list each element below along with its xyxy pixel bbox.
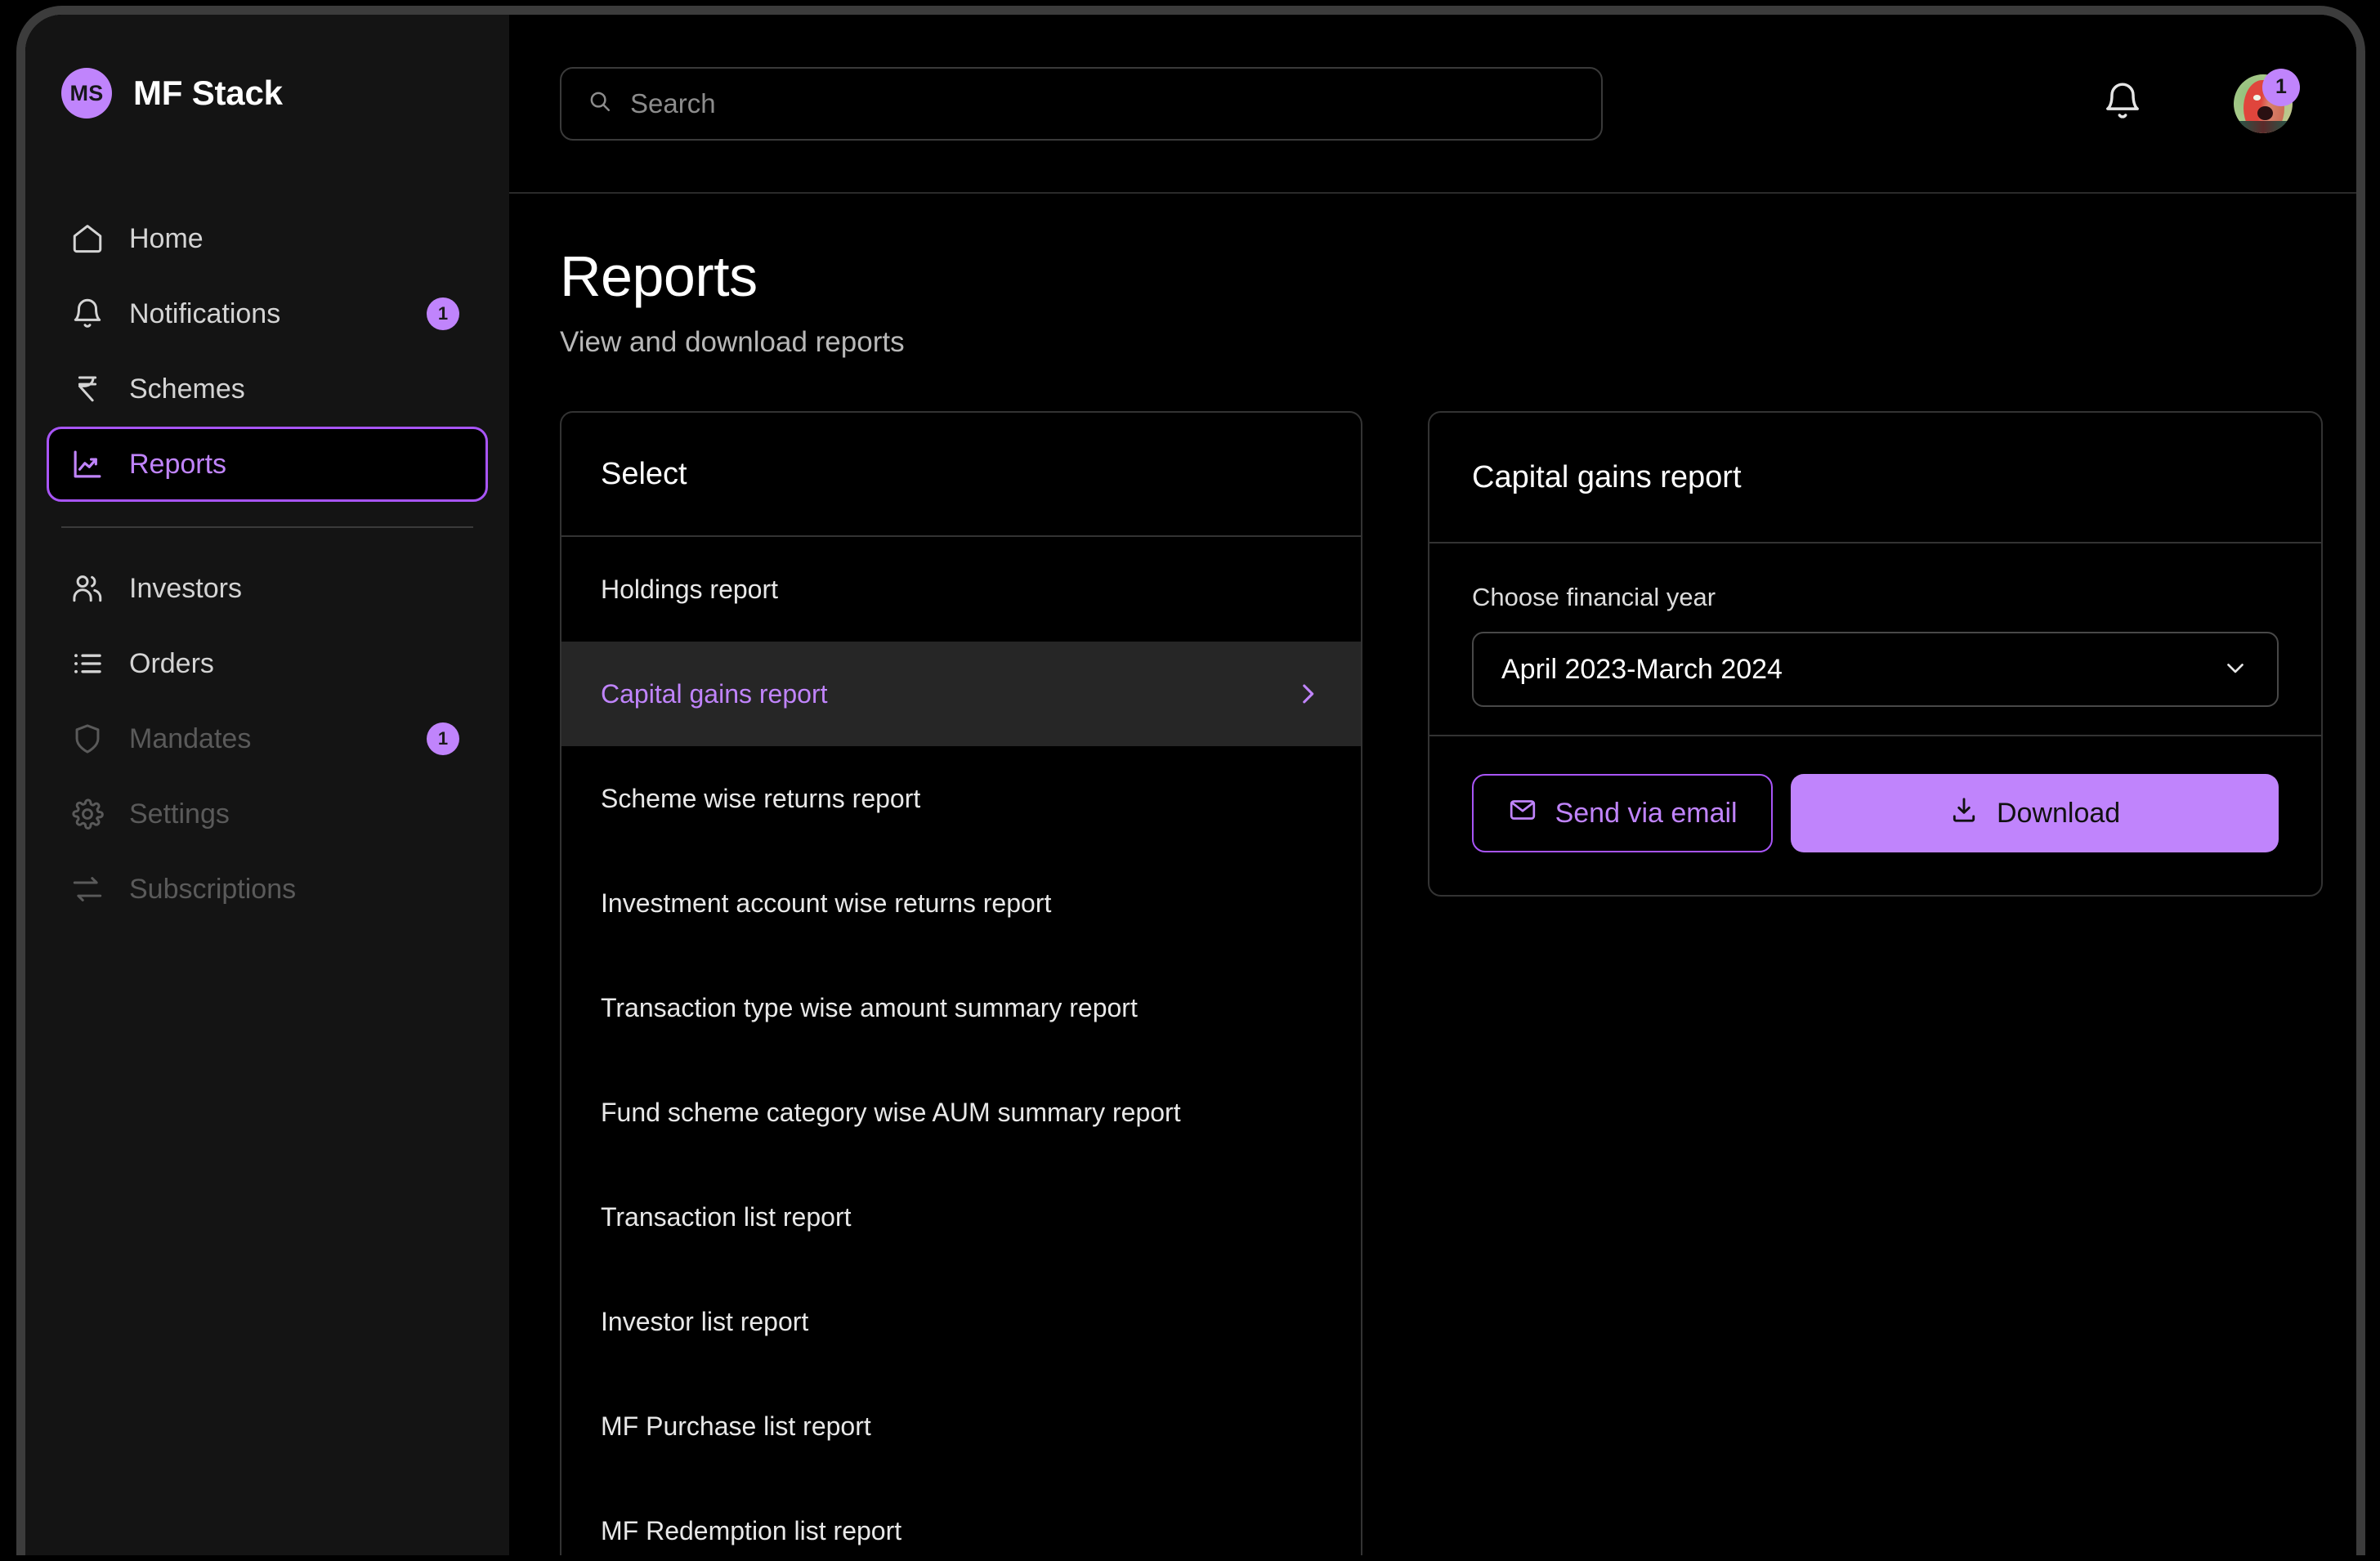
list-item[interactable]: MF Purchase list report: [561, 1374, 1361, 1478]
status-badge: 1: [427, 722, 459, 755]
sidebar-item-label: Investors: [129, 572, 242, 604]
shield-icon: [70, 722, 105, 756]
send-via-email-label: Send via email: [1555, 797, 1738, 829]
exchange-icon: [70, 872, 105, 906]
sidebar-item-investors[interactable]: Investors: [47, 551, 488, 626]
detail-card-actions: Send via email Download: [1429, 736, 2321, 895]
page-title: Reports: [560, 244, 758, 308]
brand-avatar: MS: [61, 68, 112, 119]
mail-icon: [1508, 795, 1537, 832]
sidebar-item-schemes[interactable]: Schemes: [47, 351, 488, 427]
list-item[interactable]: MF Redemption list report: [561, 1478, 1361, 1555]
sidebar: MS MF Stack Home Notifications 1 Schemes…: [25, 15, 509, 1555]
list-item[interactable]: Investor list report: [561, 1269, 1361, 1374]
bell-icon: [2101, 80, 2144, 127]
financial-year-label: Choose financial year: [1472, 583, 1716, 611]
detail-card-body: Choose financial year April 2023-March 2…: [1429, 543, 2321, 736]
list-icon: [70, 646, 105, 681]
status-badge: 1: [427, 297, 459, 330]
gear-icon: [70, 797, 105, 831]
notifications-bell-button[interactable]: [2098, 79, 2147, 128]
main-area: Search 1 Reports View and download repor…: [509, 15, 2356, 1555]
detail-card-title: Capital gains report: [1429, 413, 2321, 543]
search-placeholder: Search: [630, 87, 716, 119]
sidebar-item-label: Notifications: [129, 297, 281, 329]
search-icon: [588, 89, 612, 118]
rupee-icon: [70, 372, 105, 406]
list-item[interactable]: Holdings report: [561, 537, 1361, 642]
avatar-status-badge: 1: [2262, 68, 2300, 106]
list-item-label: Transaction type wise amount summary rep…: [601, 992, 1138, 1022]
brand-name: MF Stack: [133, 74, 283, 112]
list-item-label: Holdings report: [601, 574, 778, 604]
sidebar-item-label: Schemes: [129, 373, 245, 405]
list-item-label: Investment account wise returns report: [601, 888, 1052, 918]
sidebar-item-label: Settings: [129, 798, 230, 830]
financial-year-select[interactable]: April 2023-March 2024: [1472, 632, 2279, 707]
home-icon: [70, 221, 105, 256]
sidebar-item-settings[interactable]: Settings: [47, 776, 488, 852]
panels-row: Select Holdings report Capital gains rep…: [560, 411, 2323, 1555]
send-via-email-button[interactable]: Send via email: [1472, 774, 1774, 852]
list-item-label: Investor list report: [601, 1306, 809, 1336]
chart-line-icon: [70, 447, 105, 481]
report-detail-card: Capital gains report Choose financial ye…: [1428, 411, 2323, 897]
sidebar-item-mandates[interactable]: Mandates 1: [47, 701, 488, 776]
select-panel-header: Select: [561, 413, 1361, 537]
list-item[interactable]: Capital gains report: [561, 642, 1361, 746]
sidebar-item-subscriptions[interactable]: Subscriptions: [47, 852, 488, 927]
bell-icon: [70, 297, 105, 331]
sidebar-item-label: Home: [129, 222, 204, 254]
sidebar-item-label: Mandates: [129, 722, 252, 754]
chevron-down-icon: [2221, 654, 2249, 686]
topbar: Search 1: [509, 15, 2356, 194]
sidebar-item-label: Reports: [129, 448, 227, 480]
download-label: Download: [1997, 797, 2121, 829]
list-item[interactable]: Transaction type wise amount summary rep…: [561, 955, 1361, 1060]
sidebar-item-label: Subscriptions: [129, 873, 297, 905]
avatar[interactable]: 1: [2234, 68, 2300, 133]
sidebar-item-notifications[interactable]: Notifications 1: [47, 276, 488, 351]
sidebar-secondary-nav: Investors Orders Mandates 1 Settings Sub…: [25, 551, 509, 927]
sidebar-divider: [61, 526, 473, 528]
sidebar-primary-nav: Home Notifications 1 Schemes Reports: [25, 201, 509, 502]
list-item[interactable]: Scheme wise returns report: [561, 746, 1361, 851]
list-item[interactable]: Fund scheme category wise AUM summary re…: [561, 1060, 1361, 1165]
sidebar-item-label: Orders: [129, 647, 214, 679]
sidebar-item-reports[interactable]: Reports: [47, 427, 488, 502]
sidebar-item-home[interactable]: Home: [47, 201, 488, 276]
list-item[interactable]: Transaction list report: [561, 1165, 1361, 1269]
list-item[interactable]: Investment account wise returns report: [561, 851, 1361, 955]
chevron-right-icon: [1294, 680, 1322, 708]
list-item-label: Fund scheme category wise AUM summary re…: [601, 1097, 1181, 1127]
page-subtitle: View and download reports: [560, 326, 905, 358]
download-icon: [1949, 795, 1979, 832]
brand: MS MF Stack: [25, 62, 509, 124]
list-item-label: Scheme wise returns report: [601, 783, 921, 813]
list-item-label: Transaction list report: [601, 1201, 852, 1232]
app-window: MS MF Stack Home Notifications 1 Schemes…: [16, 6, 2365, 1555]
download-button[interactable]: Download: [1791, 774, 2279, 852]
list-item-label: MF Purchase list report: [601, 1411, 871, 1441]
page-content: Reports View and download reports Select…: [509, 194, 2356, 1555]
search-input[interactable]: Search: [560, 66, 1603, 141]
report-select-panel: Select Holdings report Capital gains rep…: [560, 411, 1362, 1555]
financial-year-value: April 2023-March 2024: [1501, 653, 1783, 685]
users-icon: [70, 571, 105, 606]
list-item-label: Capital gains report: [601, 678, 828, 709]
list-item-label: MF Redemption list report: [601, 1515, 902, 1545]
sidebar-item-orders[interactable]: Orders: [47, 626, 488, 701]
